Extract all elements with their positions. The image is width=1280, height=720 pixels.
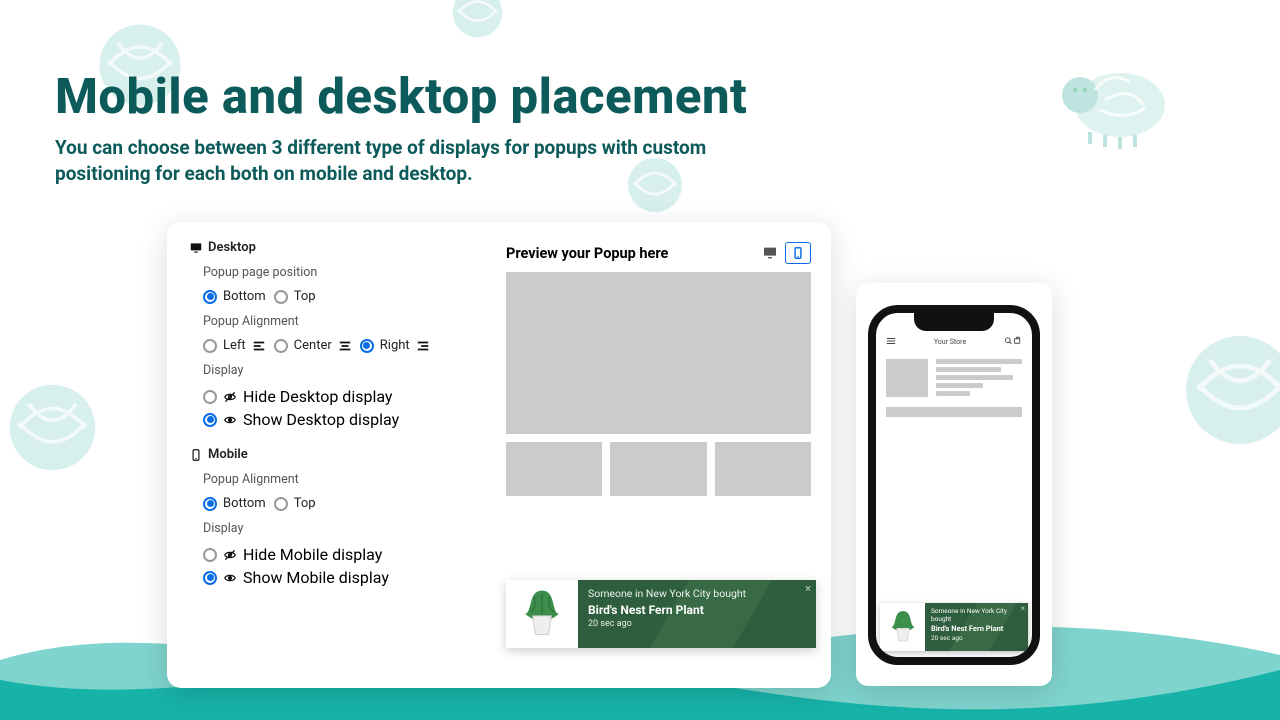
page-subtitle: You can choose between 3 different type …	[55, 135, 775, 186]
preview-column: Preview your Popup here × Someone in New…	[506, 240, 811, 668]
radio-mobile-top[interactable]: Top	[274, 496, 316, 511]
desktop-position-label: Popup page position	[203, 265, 478, 280]
yarn-decoration	[450, 0, 505, 40]
yarn-decoration	[5, 380, 100, 475]
mobile-section-header: Mobile	[189, 447, 478, 462]
phone-popup-info: × Someone in New York City bought Bird's…	[925, 603, 1028, 651]
preview-placeholder-large	[506, 272, 811, 434]
radio-desktop-show[interactable]: Show Desktop display	[203, 410, 478, 429]
popup-info: × Someone in New York City bought Bird's…	[578, 580, 816, 648]
align-right-icon	[416, 339, 430, 353]
radio-mobile-hide[interactable]: Hide Mobile display	[203, 545, 478, 564]
preview-placeholder-small	[610, 442, 706, 496]
eye-icon	[223, 413, 237, 427]
preview-frame	[506, 272, 811, 496]
phone-popup-close-icon[interactable]: ×	[1021, 604, 1025, 613]
mobile-alignment-group: Bottom Top	[203, 496, 478, 511]
phone-notch	[914, 313, 994, 331]
phone-mockup: Your Store × Someone in New York City bo…	[868, 305, 1040, 665]
popup-close-icon[interactable]: ×	[805, 582, 811, 595]
preview-title: Preview your Popup here	[506, 245, 668, 262]
radio-align-right[interactable]: Right	[360, 338, 430, 353]
align-center-icon	[338, 339, 352, 353]
desktop-alignment-group: Left Center Right	[203, 338, 478, 353]
radio-align-left[interactable]: Left	[203, 338, 266, 353]
eye-off-icon	[223, 390, 237, 404]
radio-align-center[interactable]: Center	[274, 338, 352, 353]
preview-placeholder-small	[715, 442, 811, 496]
settings-card: Desktop Popup page position Bottom Top P…	[167, 222, 831, 688]
phone-popup: × Someone in New York City bought Bird's…	[880, 603, 1028, 651]
yarn-decoration	[1150, 660, 1240, 720]
mobile-label: Mobile	[208, 447, 248, 462]
phone-header: Your Store	[876, 333, 1032, 351]
radio-mobile-show[interactable]: Show Mobile display	[203, 568, 478, 587]
popup-product-name: Bird's Nest Fern Plant	[588, 603, 806, 617]
phone-body	[876, 351, 1032, 425]
phone-popup-timestamp: 20 sec ago	[931, 634, 1022, 642]
toggle-mobile-view[interactable]	[785, 242, 811, 264]
desktop-display-group: Hide Desktop display Show Desktop displa…	[203, 387, 478, 429]
radio-desktop-top[interactable]: Top	[274, 289, 316, 304]
phone-placeholder-bar	[886, 407, 1022, 417]
preview-placeholder-small	[506, 442, 602, 496]
desktop-display-label: Display	[203, 363, 478, 378]
phone-popup-line1: Someone in New York City bought	[931, 607, 1022, 623]
phone-preview-card: Your Store × Someone in New York City bo…	[856, 283, 1052, 686]
desktop-icon	[189, 241, 203, 255]
phone-popup-product-name: Bird's Nest Fern Plant	[931, 624, 1022, 633]
header-actions	[1004, 336, 1022, 348]
toggle-desktop-view[interactable]	[757, 242, 783, 264]
eye-off-icon	[223, 548, 237, 562]
store-name: Your Store	[934, 338, 966, 346]
popup-preview: × Someone in New York City bought Bird's…	[506, 580, 816, 648]
preview-view-toggle	[757, 242, 811, 264]
radio-mobile-bottom[interactable]: Bottom	[203, 496, 266, 511]
mobile-display-group: Hide Mobile display Show Mobile display	[203, 545, 478, 587]
eye-icon	[223, 571, 237, 585]
yarn-decoration	[1180, 330, 1280, 450]
settings-column: Desktop Popup page position Bottom Top P…	[189, 240, 478, 668]
mobile-alignment-label: Popup Alignment	[203, 472, 478, 487]
mobile-icon	[189, 448, 203, 462]
phone-placeholder-image	[886, 359, 928, 397]
desktop-section-header: Desktop	[189, 240, 478, 255]
hamburger-icon	[886, 336, 896, 348]
popup-timestamp: 20 sec ago	[588, 619, 806, 629]
sheep-mascot	[1035, 50, 1185, 150]
popup-product-image	[506, 580, 578, 648]
mobile-display-label: Display	[203, 521, 478, 536]
align-left-icon	[252, 339, 266, 353]
desktop-label: Desktop	[208, 240, 256, 255]
phone-popup-image	[880, 603, 925, 651]
popup-line1: Someone in New York City bought	[588, 587, 806, 600]
desktop-position-group: Bottom Top	[203, 289, 478, 304]
page-title: Mobile and desktop placement	[55, 68, 747, 125]
desktop-alignment-label: Popup Alignment	[203, 314, 478, 329]
radio-desktop-bottom[interactable]: Bottom	[203, 289, 266, 304]
radio-desktop-hide[interactable]: Hide Desktop display	[203, 387, 478, 406]
